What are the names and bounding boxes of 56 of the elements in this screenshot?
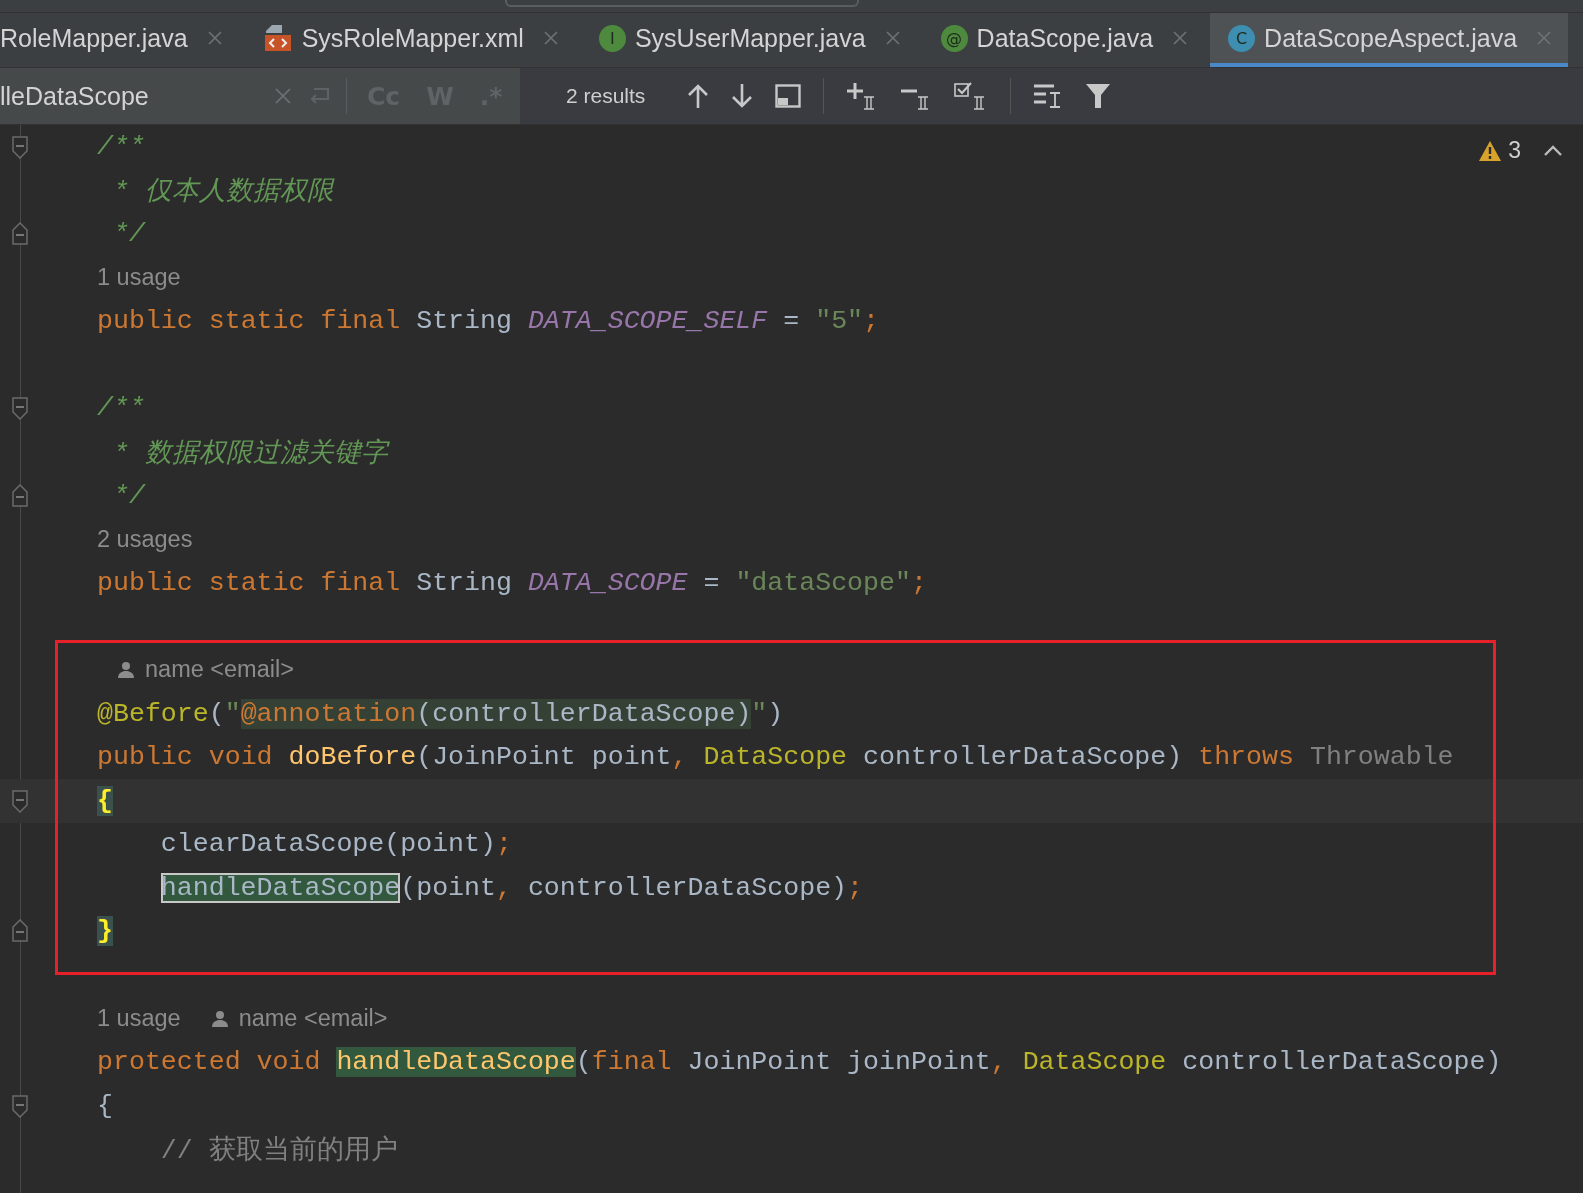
tab-label: DataScope.java	[976, 23, 1154, 53]
editor-tab[interactable]: RoleMapper.java	[0, 13, 239, 67]
filter-icon[interactable]	[1085, 83, 1112, 109]
tab-label: SysRoleMapper.xml	[301, 23, 524, 53]
code-line: * 数据权限过滤关键字	[111, 437, 388, 470]
code-line: * 仅本人数据权限	[111, 176, 334, 209]
code-line: */	[111, 480, 145, 511]
code-line: {	[97, 1090, 113, 1121]
class-icon: C	[1228, 24, 1256, 52]
clear-icon[interactable]	[274, 87, 292, 105]
usages-hint[interactable]: 1 usage	[97, 1005, 181, 1033]
editor-tab[interactable]: I SysUserMapper.java	[580, 13, 917, 67]
code-line: /**	[97, 393, 145, 424]
tab-label: DataScopeAspect.java	[1264, 23, 1518, 53]
arrow-down-icon[interactable]	[731, 83, 754, 109]
fold-icon[interactable]	[12, 483, 28, 508]
code-line: handleDataScope(point, controllerDataScope);	[160, 872, 864, 903]
editor-tab[interactable]: C DataScopeAspect.java	[1210, 13, 1569, 67]
code-line: // 获取当前的用户	[160, 1134, 398, 1168]
code-line: @Before("@annotation(controllerDataScope)")	[97, 698, 784, 729]
results-count: 2 results	[566, 84, 646, 108]
fold-icon[interactable]	[12, 919, 28, 944]
annotation-icon: @	[940, 24, 968, 52]
xml-file-icon	[262, 23, 293, 53]
editor-tab[interactable]: @ DataScope.java	[922, 13, 1205, 67]
close-icon[interactable]	[206, 30, 223, 46]
code-line: clearDataScope(point);	[160, 829, 512, 860]
code-line: public void doBefore(JoinPoint point, DataScope controllerDataScope) throws Throwable	[97, 742, 1454, 773]
close-icon[interactable]	[884, 30, 901, 46]
code-line: public static final String DATA_SCOPE_SELF = "5";	[97, 306, 880, 337]
fold-icon[interactable]	[12, 1093, 28, 1118]
code-line: public static final String DATA_SCOPE = "dataScope";	[97, 567, 927, 598]
warning-icon[interactable]	[1478, 139, 1503, 162]
interface-icon: I	[598, 24, 626, 52]
code-line: protected void handleDataScope(final JoinPoint joinPoint, DataScope controllerDataScope)	[97, 1047, 1502, 1078]
warning-count: 3	[1508, 137, 1521, 164]
fold-icon[interactable]	[12, 396, 28, 421]
close-icon[interactable]	[1172, 30, 1189, 46]
tab-label: RoleMapper.java	[0, 23, 188, 53]
fold-icon[interactable]	[12, 788, 28, 813]
arrow-up-icon[interactable]	[687, 83, 710, 109]
editor-tab[interactable]: SysRoleMapper.xml	[244, 13, 575, 67]
author-hint[interactable]: name <email>	[238, 1005, 388, 1033]
usages-hint[interactable]: 1 usage	[97, 264, 181, 292]
tab-label: SysUserMapper.java	[634, 23, 866, 53]
window-icon[interactable]	[775, 84, 802, 108]
person-icon	[117, 660, 135, 679]
author-hint[interactable]: name <email>	[145, 656, 294, 684]
usages-hint[interactable]: 2 usages	[97, 525, 193, 553]
fold-icon[interactable]	[12, 222, 28, 246]
chevron-up-icon[interactable]	[1543, 143, 1563, 158]
person-icon	[210, 1009, 229, 1028]
code-line: */	[111, 219, 145, 249]
code-line: /**	[97, 131, 145, 162]
fold-icon[interactable]	[12, 134, 28, 159]
close-icon[interactable]	[542, 30, 559, 46]
